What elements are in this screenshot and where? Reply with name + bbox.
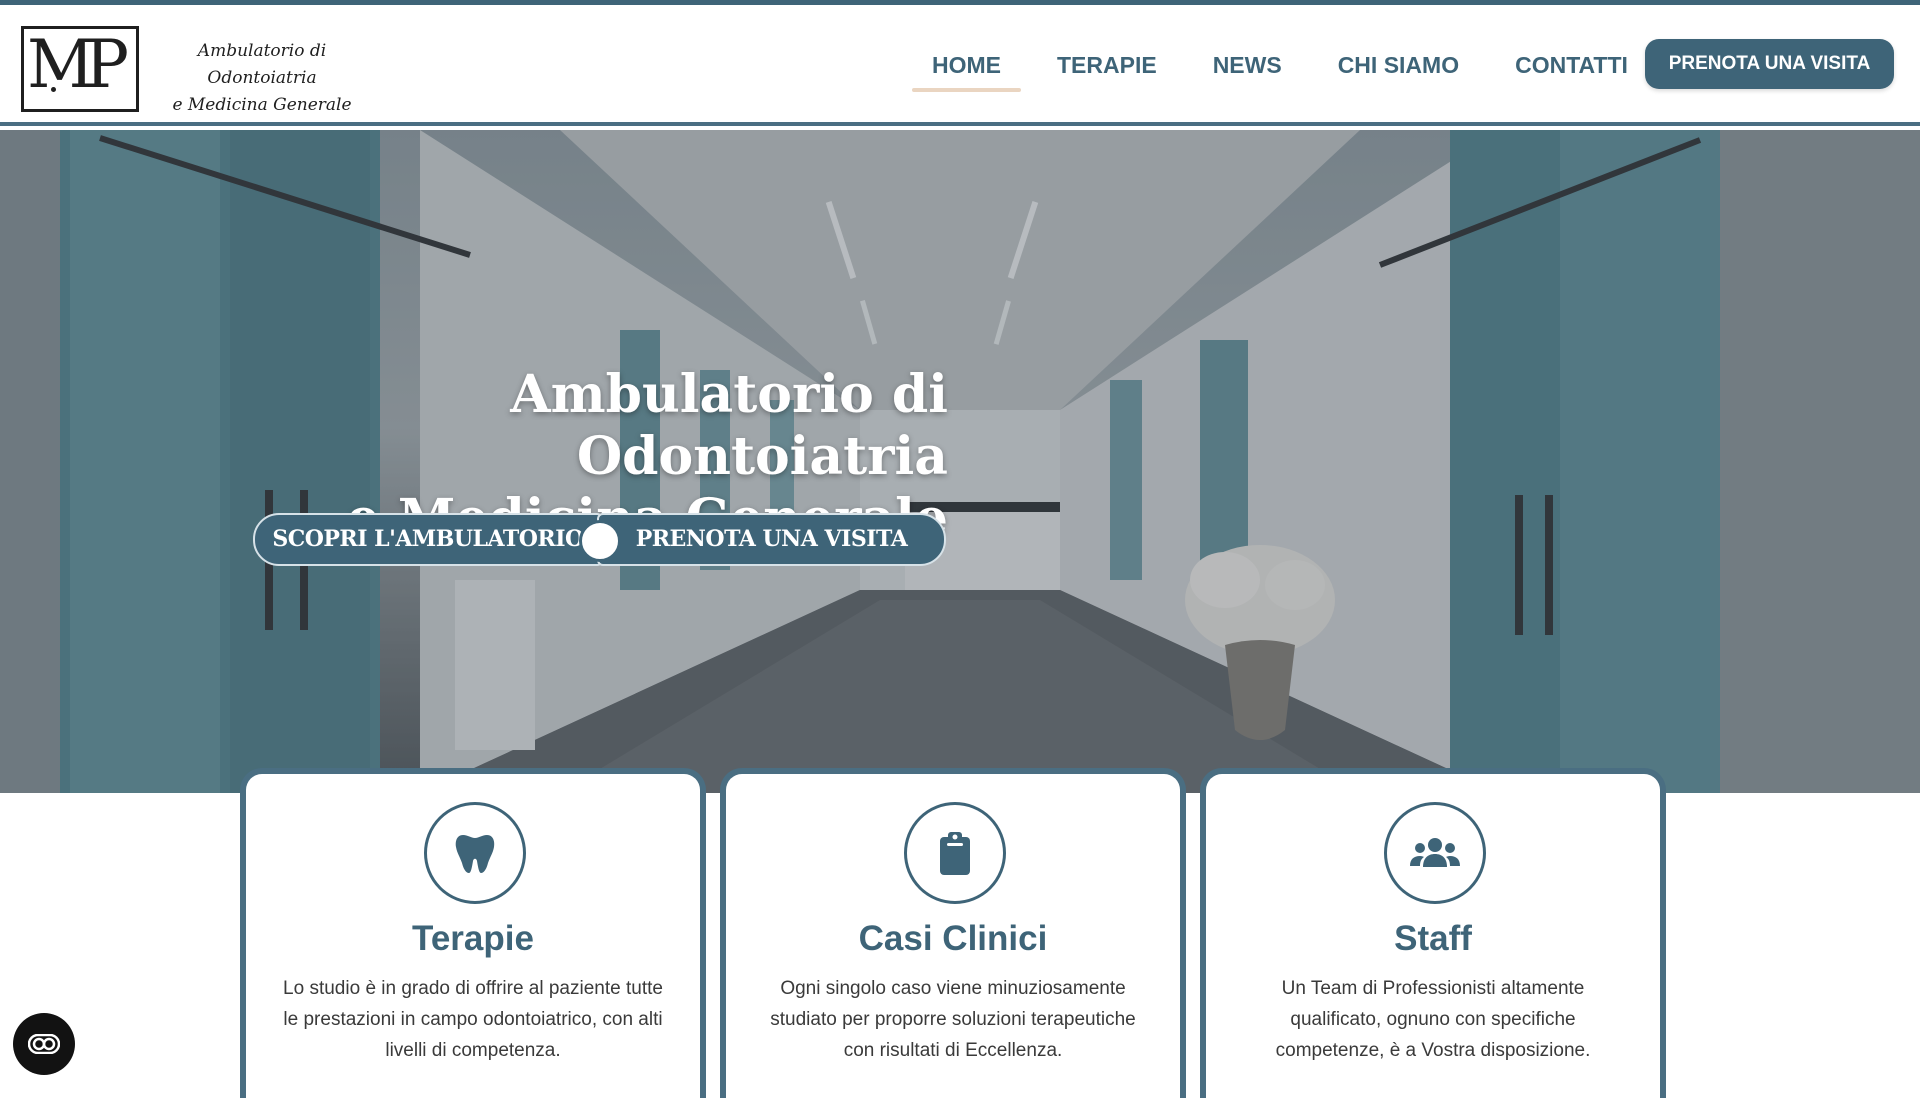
nav-item-news[interactable]: NEWS <box>1193 5 1302 126</box>
card-terapie[interactable]: Terapie Lo studio è in grado di offrire … <box>240 768 706 1098</box>
card-title: Terapie <box>412 919 534 958</box>
card-description: Un Team di Professionisti altamente qual… <box>1275 978 1591 1061</box>
card-description: Lo studio è in grado di offrire al pazie… <box>283 978 663 1061</box>
discover-clinic-button[interactable]: SCOPRI L'AMBULATORIO <box>253 513 603 566</box>
logo-line-2: e Medicina Generale <box>172 95 352 115</box>
site-header: MP Ambulatorio di Odontoiatria e Medicin… <box>0 5 1920 126</box>
hero-banner: Ambulatorio di Odontoiatria e Medicina G… <box>0 130 1920 793</box>
nav-item-home[interactable]: HOME <box>912 5 1021 126</box>
hero-title-line-1: Ambulatorio di Odontoiatria <box>510 364 948 487</box>
accessibility-toggle-icon <box>28 1034 60 1054</box>
nav-item-terapie[interactable]: TERAPIE <box>1037 5 1177 126</box>
clipboard-icon <box>904 802 1006 904</box>
book-visit-button[interactable]: PRENOTA UNA VISITA <box>1645 39 1894 89</box>
tooth-icon <box>424 802 526 904</box>
card-casi-clinici[interactable]: Casi Clinici Ogni singolo caso viene min… <box>720 768 1186 1098</box>
accessibility-toggle-button[interactable] <box>13 1013 75 1075</box>
card-title: Casi Clinici <box>858 919 1048 958</box>
hero-book-visit-button[interactable]: PRENOTA UNA VISITA <box>597 513 946 566</box>
main-nav: HOME TERAPIE NEWS CHI SIAMO CONTATTI <box>912 5 1664 126</box>
logo-line-1: Ambulatorio di Odontoiatria <box>197 41 327 88</box>
card-title: Staff <box>1394 919 1472 958</box>
card-description: Ogni singolo caso viene minuziosamente s… <box>770 978 1136 1061</box>
logo-dot <box>51 87 56 92</box>
logo-monogram: MP <box>27 26 129 103</box>
group-icon <box>1384 802 1486 904</box>
button-divider-knob <box>579 520 621 562</box>
nav-item-contatti[interactable]: CONTATTI <box>1495 5 1648 126</box>
logo-text: Ambulatorio di Odontoiatria e Medicina G… <box>147 38 377 119</box>
site-logo[interactable]: MP Ambulatorio di Odontoiatria e Medicin… <box>21 21 366 115</box>
nav-item-chi-siamo[interactable]: CHI SIAMO <box>1318 5 1479 126</box>
card-staff[interactable]: Staff Un Team di Professionisti altament… <box>1200 768 1666 1098</box>
